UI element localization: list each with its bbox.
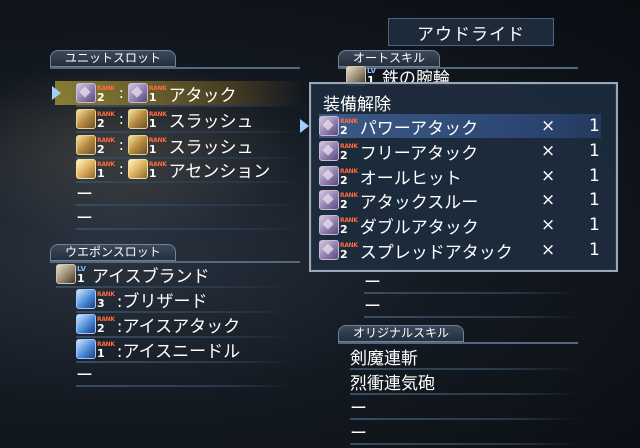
- unit-slot-row[interactable]: RANK 2 : RANK 1 スラッシュ: [76, 107, 302, 133]
- unit-slot-name: アセンション: [168, 161, 271, 182]
- weapon-skill-row[interactable]: RANK 2 :アイスアタック: [76, 312, 292, 338]
- unit-slot-row[interactable]: RANK 2 : RANK 1 アタック: [76, 81, 302, 107]
- popup-item[interactable]: RANK 2 ダブルアタック × 1: [319, 213, 601, 238]
- auto-skill-empty[interactable]: ー: [364, 292, 578, 318]
- sword-icon: [76, 109, 96, 129]
- cube-icon: [319, 141, 339, 161]
- popup-item[interactable]: RANK 2 スプレッドアタック × 1: [319, 238, 601, 263]
- weapon-slot-header: ウエポンスロット: [50, 243, 300, 263]
- unit-slot-header: ユニットスロット: [50, 49, 300, 69]
- original-skill-empty[interactable]: ー: [350, 394, 578, 420]
- weapon-skill-empty[interactable]: ー: [76, 361, 292, 387]
- popup-item[interactable]: RANK 2 フリーアタック × 1: [319, 139, 601, 164]
- cube-icon: [76, 83, 96, 103]
- wing-icon: [127, 159, 148, 179]
- weapon-skill-row[interactable]: RANK 1 :アイスニードル: [76, 337, 292, 363]
- sword-icon: [127, 135, 148, 155]
- original-skill-header: オリジナルスキル: [338, 324, 578, 344]
- unit-slot-row[interactable]: RANK 2 : RANK 1 スラッシュ: [76, 133, 302, 159]
- unit-slot-empty[interactable]: ー: [76, 204, 302, 230]
- ice-icon: [76, 314, 96, 334]
- cube-icon: [319, 166, 339, 186]
- sword-icon: [127, 109, 148, 129]
- unit-slot-name: スラッシュ: [168, 111, 254, 132]
- weapon-name: アイスブランド: [91, 266, 210, 287]
- popup-title: 装備解除: [323, 95, 391, 115]
- unit-slot-row[interactable]: RANK 1 : RANK 1 アセンション: [76, 157, 302, 183]
- ice-icon: [76, 339, 96, 359]
- cube-icon: [319, 215, 339, 235]
- unit-slot-name: アタック: [168, 85, 237, 106]
- cube-icon: [319, 240, 339, 260]
- original-skill-row[interactable]: 烈衝連気砲: [350, 369, 578, 395]
- popup-cursor-arrow-icon: [300, 119, 309, 133]
- sword-icon: [76, 135, 96, 155]
- weapon-row[interactable]: LV 1 アイスブランド: [56, 262, 292, 288]
- popup-item-selected[interactable]: RANK 2 パワーアタック × 1: [319, 114, 601, 139]
- unit-slot-name: スラッシュ: [168, 137, 254, 158]
- weapon-skill-row[interactable]: RANK 3 :ブリザード: [76, 287, 292, 313]
- popup-item[interactable]: RANK 2 オールヒット × 1: [319, 164, 601, 189]
- cube-icon: [319, 190, 339, 210]
- cube-icon: [319, 116, 339, 136]
- ice-icon: [76, 289, 96, 309]
- unit-slot-empty[interactable]: ー: [76, 180, 302, 206]
- original-skill-empty[interactable]: ー: [350, 419, 578, 445]
- character-name: アウドライド: [388, 18, 554, 46]
- popup-item[interactable]: RANK 2 アタックスルー × 1: [319, 188, 601, 213]
- cube-icon: [127, 83, 148, 103]
- cursor-arrow-icon: [52, 86, 61, 100]
- weapon-icon: [56, 264, 76, 284]
- original-skill-row[interactable]: 剣魔連斬: [350, 344, 578, 370]
- wing-icon: [76, 159, 96, 179]
